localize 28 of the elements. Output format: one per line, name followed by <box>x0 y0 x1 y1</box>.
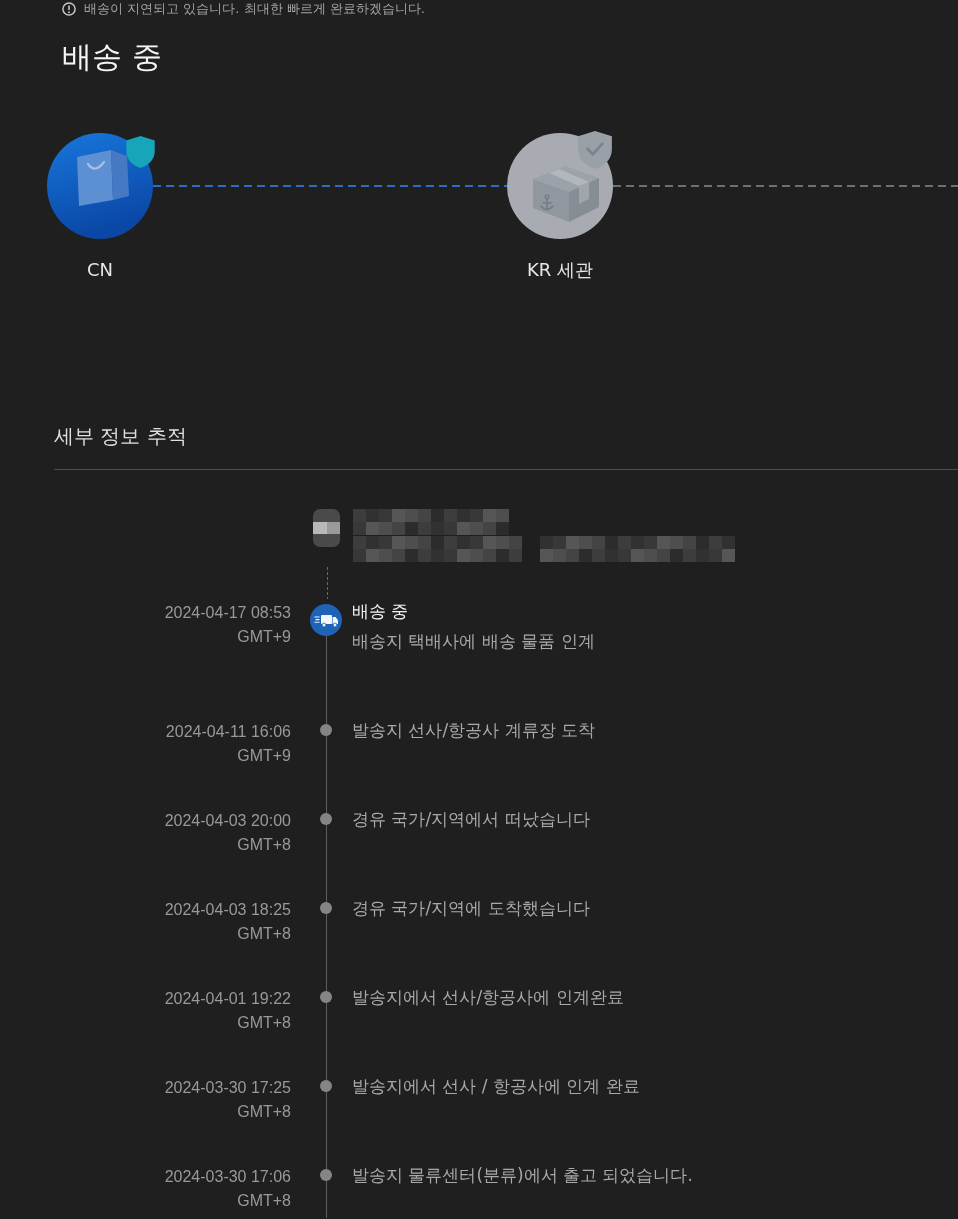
event-timezone: GMT+9 <box>236 627 291 647</box>
event-title: 발송지에서 선사/항공사에 인계완료 <box>352 986 625 1009</box>
event-date: 2024-04-03 18:25 <box>163 900 291 920</box>
event-timezone: GMT+8 <box>236 1013 291 1033</box>
event-date: 2024-04-17 08:53 <box>163 603 291 623</box>
event-title: 배송 중 <box>352 600 410 623</box>
event-timezone: GMT+9 <box>236 746 291 766</box>
event-title: 발송지 물류센터(분류)에서 출고 되었습니다. <box>352 1164 694 1187</box>
node-label: CN <box>86 258 113 282</box>
event-timezone: GMT+8 <box>236 835 291 855</box>
event-title: 경유 국가/지역에서 떠났습니다 <box>352 808 591 831</box>
section-heading: 세부 정보 추적 <box>54 423 187 450</box>
event-timezone: GMT+8 <box>236 1191 291 1211</box>
event-date: 2024-04-03 20:00 <box>163 811 291 831</box>
event-date: 2024-03-30 17:06 <box>163 1167 291 1187</box>
event-title: 경유 국가/지역에 도착했습니다 <box>352 897 591 920</box>
event-title: 발송지에서 선사 / 항공사에 인계 완료 <box>352 1075 641 1098</box>
notice-text: 배송이 지연되고 있습니다. 최대한 빠르게 완료하겠습니다. <box>84 0 425 17</box>
event-date: 2024-04-11 16:06 <box>164 722 291 742</box>
status-title: 배송 중 <box>62 38 162 76</box>
event-date: 2024-04-01 19:22 <box>163 989 291 1009</box>
event-timezone: GMT+8 <box>236 924 291 944</box>
alert-icon <box>62 1 76 16</box>
event-title: 발송지 선사/항공사 계류장 도착 <box>352 719 596 742</box>
event-timezone: GMT+8 <box>236 1102 291 1122</box>
event-date: 2024-03-30 17:25 <box>163 1078 291 1098</box>
node-label: KR 세관 <box>526 258 593 282</box>
event-detail: 배송지 택배사에 배송 물품 인계 <box>352 630 596 653</box>
